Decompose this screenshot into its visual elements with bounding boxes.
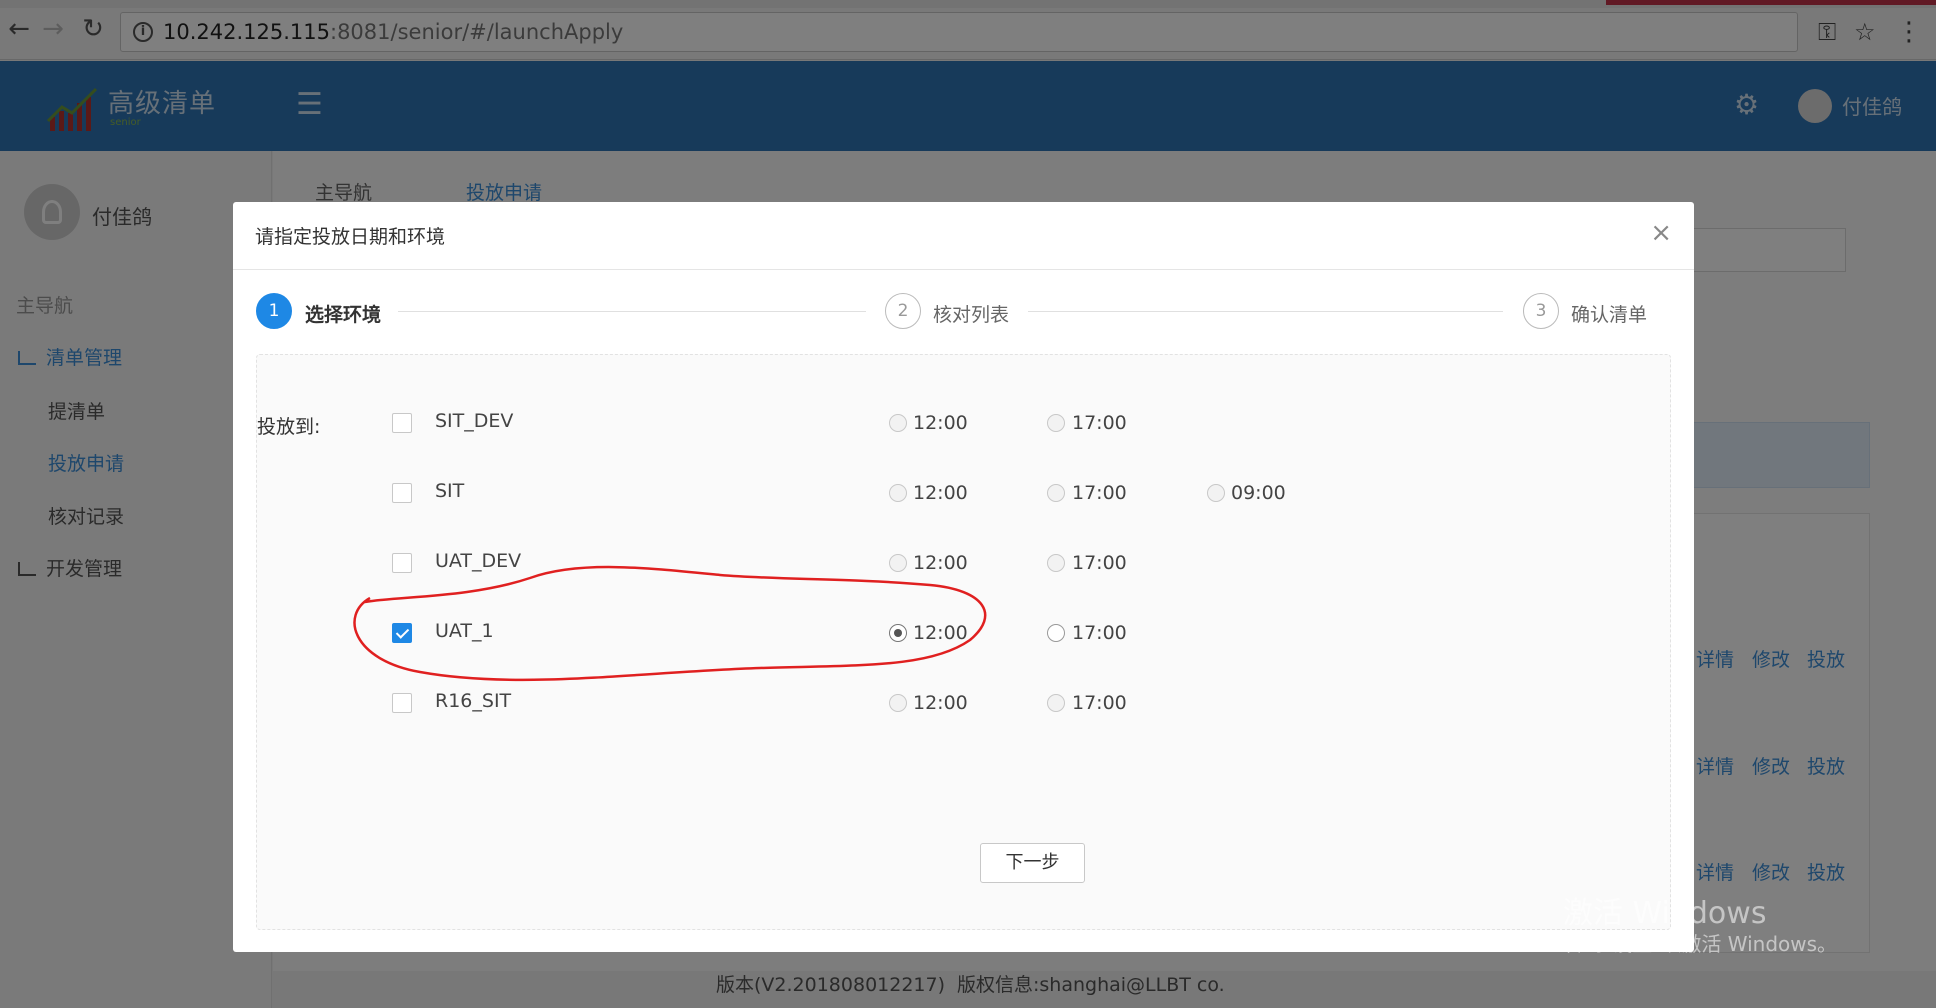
time-radio-1700[interactable] <box>1047 484 1065 502</box>
step-3-label: 确认清单 <box>1571 304 1648 326</box>
time-radio-0900[interactable] <box>1207 484 1225 502</box>
time-radio-1200[interactable] <box>889 624 907 642</box>
time-label: 12:00 <box>913 622 968 644</box>
step-connector <box>398 311 866 312</box>
step-1-indicator: 1 <box>256 293 292 329</box>
env-checkbox-uat-1[interactable] <box>392 623 412 643</box>
env-name: SIT <box>435 480 465 502</box>
time-radio-1700[interactable] <box>1047 624 1065 642</box>
time-radio-1700[interactable] <box>1047 694 1065 712</box>
env-row-uat-1: UAT_1 12:00 17:00 <box>0 618 1461 648</box>
env-name: R16_SIT <box>435 690 512 712</box>
dialog-header: 请指定投放日期和环境 × <box>233 202 1694 270</box>
env-checkbox-uat-dev[interactable] <box>392 553 412 573</box>
time-label: 17:00 <box>1072 622 1127 644</box>
watermark-title: 激活 Windows <box>1563 896 1767 931</box>
env-name: UAT_1 <box>435 620 494 642</box>
step-2-indicator: 2 <box>885 293 921 329</box>
env-checkbox-sit[interactable] <box>392 483 412 503</box>
env-row-r16-sit: R16_SIT 12:00 17:00 <box>0 688 1461 718</box>
time-radio-1700[interactable] <box>1047 414 1065 432</box>
step-connector <box>1028 311 1503 312</box>
time-label: 17:00 <box>1072 412 1127 434</box>
step-3-indicator: 3 <box>1523 293 1559 329</box>
time-label: 17:00 <box>1072 692 1127 714</box>
time-radio-1200[interactable] <box>889 694 907 712</box>
step-1-label: 选择环境 <box>305 304 382 326</box>
close-icon[interactable]: × <box>1650 218 1672 248</box>
dialog-title: 请指定投放日期和环境 <box>255 226 446 248</box>
time-label: 12:00 <box>913 552 968 574</box>
step-2-label: 核对列表 <box>933 304 1010 326</box>
env-row-sit-dev: SIT_DEV 12:00 17:00 <box>0 408 1461 438</box>
env-checkbox-r16-sit[interactable] <box>392 693 412 713</box>
env-name: UAT_DEV <box>435 550 522 572</box>
time-radio-1700[interactable] <box>1047 554 1065 572</box>
time-label: 17:00 <box>1072 552 1127 574</box>
env-row-uat-dev: UAT_DEV 12:00 17:00 <box>0 548 1461 578</box>
env-checkbox-sit-dev[interactable] <box>392 413 412 433</box>
next-step-button[interactable]: 下一步 <box>980 843 1085 883</box>
time-label: 12:00 <box>913 412 968 434</box>
time-label: 12:00 <box>913 482 968 504</box>
env-row-sit: SIT 12:00 17:00 09:00 <box>0 478 1461 508</box>
time-radio-1200[interactable] <box>889 414 907 432</box>
time-label: 17:00 <box>1072 482 1127 504</box>
time-label: 12:00 <box>913 692 968 714</box>
time-radio-1200[interactable] <box>889 554 907 572</box>
time-radio-1200[interactable] <box>889 484 907 502</box>
watermark-subtitle: 转到"设置"以激活 Windows。 <box>1563 932 1838 956</box>
time-label: 09:00 <box>1231 482 1286 504</box>
env-name: SIT_DEV <box>435 410 514 432</box>
